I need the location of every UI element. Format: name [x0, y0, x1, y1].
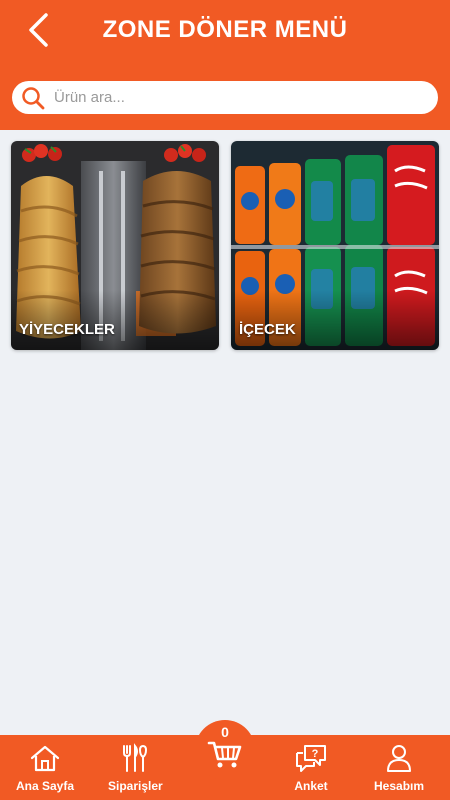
card-shade [231, 290, 439, 350]
category-grid: YİYECEKLER İÇECEK [11, 141, 439, 350]
search-icon [22, 86, 45, 109]
nav-label: Hesabım [374, 779, 425, 793]
survey-chat-icon: ? [296, 745, 326, 772]
category-card-food[interactable]: YİYECEKLER [11, 141, 219, 350]
nav-label: Ana Sayfa [16, 779, 75, 793]
card-shade [11, 290, 219, 350]
cart-icon [207, 741, 242, 768]
app-header: ZONE DÖNER MENÜ [0, 0, 450, 130]
page-title: ZONE DÖNER MENÜ [102, 16, 348, 43]
cart-button[interactable]: 0 [195, 720, 255, 780]
svg-text:?: ? [312, 748, 319, 760]
category-label: YİYECEKLER [19, 321, 115, 338]
nav-item-survey[interactable]: ? Anket [294, 743, 328, 793]
nav-item-orders[interactable]: Siparişler [108, 743, 163, 793]
cutlery-icon [123, 743, 148, 772]
nav-label: Anket [294, 779, 328, 793]
nav-item-account[interactable]: Hesabım [374, 743, 424, 793]
nav-label: Siparişler [108, 779, 163, 793]
search-bar[interactable] [12, 81, 438, 114]
nav-item-home[interactable]: Ana Sayfa [16, 743, 74, 793]
user-icon [387, 745, 412, 772]
category-card-drinks[interactable]: İÇECEK [231, 141, 439, 350]
category-label: İÇECEK [239, 321, 296, 338]
home-icon [30, 745, 60, 772]
cart-count-badge: 0 [221, 724, 229, 740]
search-input[interactable] [54, 89, 438, 106]
